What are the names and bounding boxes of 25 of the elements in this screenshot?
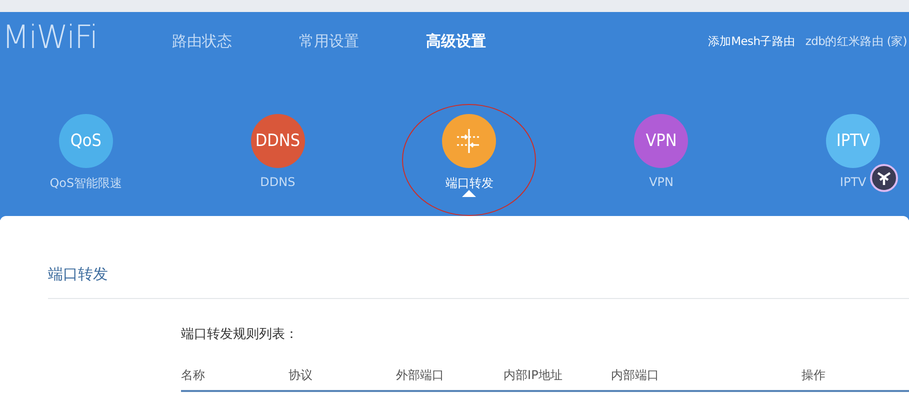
- add-mesh-link[interactable]: 添加Mesh子路由: [708, 34, 796, 48]
- column-header: 内部端口: [611, 367, 660, 384]
- section-title: 端口转发: [48, 265, 108, 284]
- account-link[interactable]: zdb的红米路由 (家): [805, 34, 907, 48]
- feature-label[interactable]: DDNS: [260, 175, 296, 189]
- nav-tab[interactable]: 路由状态: [172, 32, 299, 50]
- feature-icon[interactable]: IPTV: [826, 114, 880, 168]
- feature-icon[interactable]: DDNS: [250, 114, 305, 168]
- column-header: 操作: [801, 367, 826, 384]
- column-header: 外部端口: [396, 367, 446, 384]
- column-header: 协议: [288, 367, 314, 384]
- nav-tab[interactable]: 高级设置: [426, 32, 553, 50]
- feature-icon[interactable]: VPN: [634, 114, 688, 168]
- feature-label[interactable]: QoS智能限速: [50, 175, 122, 192]
- nav-tab[interactable]: 常用设置: [299, 32, 426, 50]
- table-caption: 端口转发规则列表：: [181, 326, 298, 343]
- feature-label[interactable]: VPN: [649, 175, 674, 189]
- feature-label[interactable]: IPTV: [840, 175, 866, 189]
- column-header: 名称: [181, 367, 206, 384]
- floating-badge-icon[interactable]: [870, 164, 898, 192]
- column-header: 内部IP地址: [504, 367, 564, 384]
- feature-label[interactable]: 端口转发: [445, 175, 494, 192]
- logo: MiWiFi: [1, 18, 98, 56]
- pointer-triangle: [462, 190, 476, 197]
- feature-icon[interactable]: QoS: [58, 114, 113, 168]
